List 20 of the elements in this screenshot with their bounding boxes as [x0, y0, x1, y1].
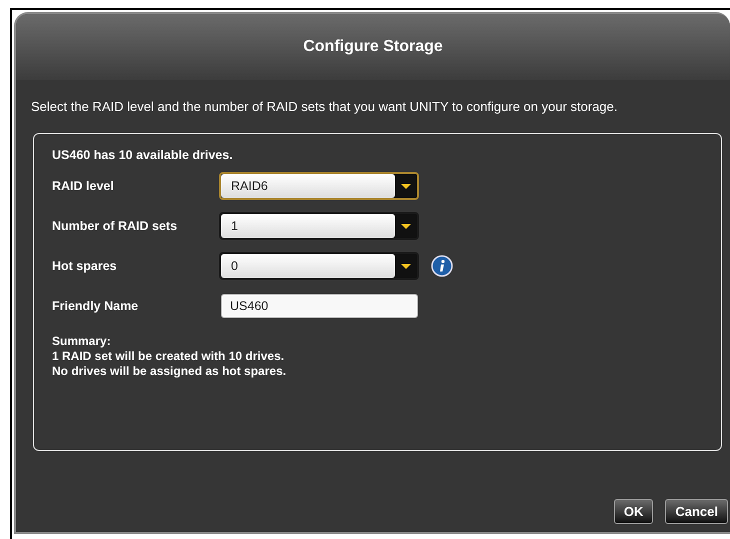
description-text: Select the RAID level and the number of RAID sets that you want UNITY to configure on your storage.: [31, 98, 619, 115]
dropdown[interactable]: 0: [219, 252, 419, 280]
caret-icon: [401, 264, 411, 268]
dropdown[interactable]: 1: [219, 212, 419, 240]
caret-icon: [401, 224, 411, 228]
dialog-title: Configure Storage: [303, 38, 443, 56]
caret-icon: [401, 184, 411, 188]
drives-text: US460 has 10 available drives.: [52, 148, 234, 162]
summary-text: 1 RAID set will be created with 10 drives.: [52, 349, 286, 364]
cancel-button[interactable]: Cancel: [665, 499, 728, 524]
summary-text: Summary:: [52, 334, 112, 349]
input-field[interactable]: US460: [221, 294, 418, 318]
info-icon[interactable]: [431, 255, 453, 277]
field-label: Hot spares: [52, 259, 118, 273]
ok-button[interactable]: OK: [614, 499, 654, 524]
field-label: RAID level: [52, 179, 115, 193]
summary-text: No drives will be assigned as hot spares.: [52, 364, 288, 379]
dropdown[interactable]: RAID6: [219, 172, 419, 200]
field-label: Friendly Name: [52, 299, 140, 313]
field-label: Number of RAID sets: [52, 219, 178, 233]
